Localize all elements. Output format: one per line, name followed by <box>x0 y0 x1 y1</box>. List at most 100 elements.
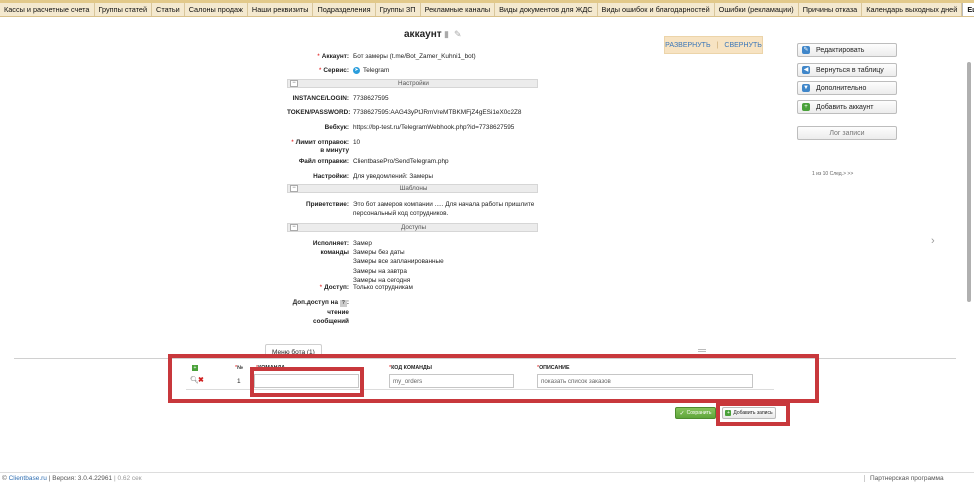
field-executor: Исполняет: команды Замер Замеры без даты За… <box>312 239 444 285</box>
command-item: Замеры все запланированные <box>353 258 444 266</box>
tab-6[interactable]: Подразделения <box>313 3 376 16</box>
pager[interactable]: 1 из 10 След.> >> <box>812 171 853 177</box>
account-value: Бот замеры (t.me/Bot_Zamer_Kuhni1_bot) <box>353 53 476 60</box>
arrow-left-icon: ◀ <box>802 66 810 74</box>
token-label: TOKEN/PASSWORD: <box>287 109 351 116</box>
tab-4[interactable]: Салоны продаж <box>185 3 248 16</box>
settings-value: Для уведомлений: Замеры <box>353 173 433 180</box>
highlight-command-cell <box>250 367 364 397</box>
tab-1[interactable]: Кассы и расчетные счета <box>0 3 95 16</box>
tab-14[interactable]: Еще <box>962 3 974 16</box>
limit-label: Лимит отправок <box>295 139 347 146</box>
copyright-icon: © <box>2 475 7 482</box>
field-settings: Настройки: Для уведомлений: Замеры <box>287 173 433 180</box>
section-access-title: Доступы <box>400 224 427 231</box>
chevron-down-icon: ▼ <box>802 84 810 92</box>
back-to-table-button[interactable]: ◀ Вернуться в таблицу <box>797 63 897 77</box>
field-account: * Аккаунт: Бот замеры (t.me/Bot_Zamer_Kuh… <box>317 53 476 60</box>
extra-access-label-2: чтение <box>327 308 349 316</box>
token-value: 7738627595:AAG43yPtJRmVreMTBKMFjZ4gESi1e… <box>353 109 522 116</box>
command-item: Замер <box>353 240 372 247</box>
field-access: * Доступ: Только сотрудникам <box>319 284 413 291</box>
expand-collapse-panel: РАЗВЕРНУТЬ | СВЕРНУТЬ <box>664 36 763 54</box>
collapse-toggle-icon[interactable]: − <box>290 185 298 192</box>
save-button-label: Сохранить <box>686 410 712 416</box>
version-text: | Версия: 3.0.4.22961 <box>48 475 113 482</box>
field-send-file: Файл отправки: ClientbasePro/SendTelegra… <box>287 158 449 165</box>
back-button-label: Вернуться в таблицу <box>816 66 884 74</box>
record-log-button[interactable]: Лог записи <box>797 126 897 140</box>
account-label: Аккаунт: <box>321 53 349 60</box>
tab-12[interactable]: Причины отказа <box>799 3 863 16</box>
tab-13[interactable]: Календарь выходных дней <box>862 3 963 16</box>
page-title: аккаунт <box>404 29 442 40</box>
settings-label: Настройки: <box>313 173 349 180</box>
greeting-line-1: Это бот замеров компании ..... Для начал… <box>353 201 535 208</box>
more-button[interactable]: ▼ Дополнительно <box>797 81 897 95</box>
resize-handle-icon[interactable] <box>698 349 706 352</box>
tab-8[interactable]: Рекламные каналы <box>421 3 496 16</box>
tab-3[interactable]: Статьи <box>152 3 185 16</box>
bookmark-icon[interactable]: ▮ <box>444 29 449 40</box>
field-extra-access: Доп.доступ на ?: чтение сообщений <box>292 299 349 325</box>
plus-icon: + <box>802 103 810 111</box>
telegram-icon: ➤ <box>353 67 360 74</box>
service-label: Сервис: <box>323 67 349 74</box>
expand-link[interactable]: РАЗВЕРНУТЬ <box>665 42 710 49</box>
section-settings-title: Настройки <box>398 80 429 87</box>
tab-2[interactable]: Группы статей <box>95 3 153 16</box>
login-label: INSTANCE/LOGIN: <box>292 95 349 102</box>
field-greeting: Приветствие: Это бот замеров компании ..… <box>287 200 534 218</box>
field-token: TOKEN/PASSWORD: 7738627595:AAG43yPtJRmVr… <box>287 109 521 116</box>
more-button-label: Дополнительно <box>816 84 867 92</box>
tab-7[interactable]: Группы ЗП <box>376 3 421 16</box>
partner-link[interactable]: Партнерская программа <box>864 475 944 482</box>
edit-button-label: Редактировать <box>816 46 865 54</box>
access-label: Доступ: <box>324 284 349 291</box>
top-tab-bar: Кассы и расчетные счета Группы статей Стат… <box>0 0 974 17</box>
plus-icon: + <box>725 410 732 416</box>
pin-icon[interactable]: ✎ <box>454 29 462 40</box>
collapse-toggle-icon[interactable]: − <box>290 80 298 87</box>
field-login: INSTANCE/LOGIN: 7738627595 <box>287 95 389 102</box>
footer-info: © Clientbase.ru | Версия: 3.0.4.22961 | … <box>2 475 142 482</box>
send-file-value: ClientbasePro/SendTelegram.php <box>353 158 449 165</box>
collapse-toggle-icon[interactable]: − <box>290 224 298 231</box>
add-account-button[interactable]: + Добавить аккаунт <box>797 100 897 114</box>
extra-access-label-3: сообщений <box>313 318 349 325</box>
check-icon: ✓ <box>679 410 685 417</box>
edit-button[interactable]: ✎ Редактировать <box>797 43 897 57</box>
collapse-link[interactable]: СВЕРНУТЬ <box>724 42 761 49</box>
login-value: 7738627595 <box>353 95 389 102</box>
scrollbar[interactable] <box>967 62 971 302</box>
webhook-label: Вебхук: <box>324 124 349 131</box>
section-settings[interactable]: − Настройки <box>287 79 538 88</box>
field-service: * Сервис: ➤ Telegram <box>318 67 390 75</box>
tab-5[interactable]: Наши реквизиты <box>248 3 314 16</box>
send-file-label: Файл отправки: <box>298 158 349 165</box>
commands-list: Замер Замеры без даты Замеры все запланиро… <box>353 239 444 285</box>
record-log-label: Лог записи <box>829 129 865 137</box>
save-button[interactable]: ✓ Сохранить <box>675 407 716 419</box>
next-record-arrow-icon[interactable]: › <box>931 235 935 247</box>
section-templates-title: Шаблоны <box>399 185 428 192</box>
add-record-button[interactable]: + Добавить запись <box>722 407 776 419</box>
limit-label-2: в минуту <box>320 147 349 154</box>
brand-link[interactable]: Clientbase.ru <box>9 475 47 482</box>
edit-icon: ✎ <box>802 46 810 54</box>
expand-divider: | <box>716 41 719 49</box>
add-record-label: Добавить запись <box>733 410 773 416</box>
tab-10[interactable]: Виды ошибок и благодарностей <box>598 3 715 16</box>
help-icon[interactable]: ? <box>339 300 347 307</box>
render-time: | 0.62 сек <box>113 475 142 482</box>
field-limit: * Лимит отправок: в минуту 10 <box>291 139 361 154</box>
tab-9[interactable]: Виды документов для ЖДС <box>495 3 598 16</box>
section-access[interactable]: − Доступы <box>287 223 538 232</box>
field-webhook: Вебхук: https://bp-test.ru/TelegramWebho… <box>287 124 515 131</box>
section-templates[interactable]: − Шаблоны <box>287 184 538 193</box>
webhook-value: https://bp-test.ru/TelegramWebhook.php?i… <box>353 124 515 131</box>
greeting-line-2: персональный код сотрудников. <box>353 210 449 217</box>
tab-11[interactable]: Ошибки (рекламации) <box>715 3 799 16</box>
service-value: Telegram <box>363 67 390 75</box>
executor-label: Исполняет <box>312 240 347 247</box>
